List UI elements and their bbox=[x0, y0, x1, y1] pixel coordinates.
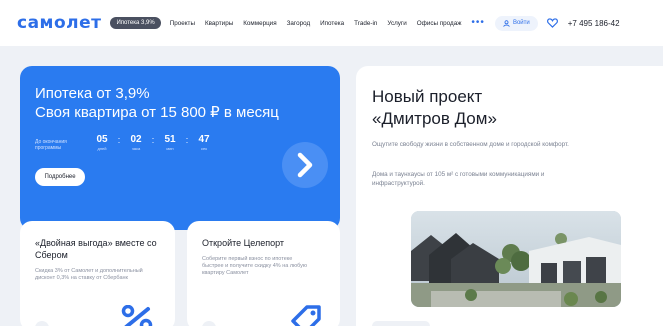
nav-item-projects[interactable]: Проекты bbox=[170, 20, 195, 27]
project-description: Ощутите свободу жизни в собственном доме… bbox=[372, 141, 569, 148]
countdown-unit: дней bbox=[97, 146, 107, 151]
chevron-right-icon[interactable] bbox=[282, 142, 328, 188]
details-button[interactable]: Подробнее bbox=[35, 168, 85, 186]
countdown-separator: : bbox=[185, 135, 189, 145]
countdown-value: 47 bbox=[198, 134, 210, 145]
countdown-seconds: 47 сек bbox=[195, 134, 213, 152]
nav-item-apartments[interactable]: Квартиры bbox=[205, 20, 233, 27]
project-description-2: Дома и таунхаусы от 105 м² с готовыми ко… bbox=[372, 171, 545, 187]
nav-item-commercial[interactable]: Коммерция bbox=[243, 20, 276, 27]
card-text: Скидка 3% от Самолет и дополнительный ди… bbox=[35, 268, 143, 281]
promo-title: Ипотека от 3,9% bbox=[35, 85, 150, 102]
new-project-card[interactable]: Новый проект «Дмитров Дом» Ощутите свобо… bbox=[356, 66, 663, 326]
card-title: «Двойная выгода» вместе со Сбером bbox=[35, 238, 157, 260]
heart-icon[interactable] bbox=[546, 18, 558, 28]
countdown-value: 05 bbox=[96, 134, 108, 145]
countdown-unit: часа bbox=[131, 146, 141, 151]
logo[interactable]: самолет bbox=[17, 13, 101, 33]
nav-item-trade-in[interactable]: Trade-in bbox=[354, 20, 377, 27]
tag-icon bbox=[291, 305, 321, 326]
project-footer-chip bbox=[372, 321, 430, 326]
card-title: Откройте Целепорт bbox=[202, 238, 285, 248]
countdown-value: 02 bbox=[130, 134, 142, 145]
house-render-image bbox=[411, 211, 621, 307]
nav-item-services[interactable]: Услуги bbox=[387, 20, 406, 27]
login-button[interactable]: Войти bbox=[494, 15, 538, 31]
project-title-line2: «Дмитров Дом» bbox=[372, 109, 497, 128]
more-menu-icon[interactable]: ••• bbox=[471, 18, 485, 28]
promo-subtitle: Своя квартира от 15 800 ₽ в месяц bbox=[35, 104, 279, 121]
nav-item-country[interactable]: Загород bbox=[287, 20, 311, 27]
tseleport-card[interactable]: Откройте Целепорт Соберите первый взнос … bbox=[187, 221, 340, 326]
countdown-hours: 02 часа bbox=[127, 134, 145, 152]
nav-item-sales-offices[interactable]: Офисы продаж bbox=[417, 20, 462, 27]
countdown-timer: 05 дней : 02 часа : 51 мин : 47 сек bbox=[93, 134, 213, 152]
top-header: самолет Ипотека 3,9% Проекты Квартиры Ко… bbox=[0, 0, 663, 46]
mortgage-promo-pill[interactable]: Ипотека 3,9% bbox=[110, 17, 161, 29]
countdown-minutes: 51 мин bbox=[161, 134, 179, 152]
countdown-value: 51 bbox=[164, 134, 176, 145]
nav-item-mortgage[interactable]: Ипотека bbox=[320, 20, 344, 27]
user-icon bbox=[503, 19, 510, 27]
login-label: Войти bbox=[512, 20, 530, 26]
phone-number[interactable]: +7 495 186-42 bbox=[568, 19, 620, 28]
percent-icon bbox=[121, 305, 153, 326]
main-nav: Проекты Квартиры Коммерция Загород Ипоте… bbox=[170, 20, 472, 27]
project-title-line1: Новый проект bbox=[372, 87, 483, 106]
countdown-unit: мин bbox=[166, 146, 174, 151]
countdown-label: До окончания программы bbox=[35, 139, 67, 151]
project-image bbox=[411, 211, 621, 307]
countdown-separator: : bbox=[117, 135, 121, 145]
card-arrow-button[interactable] bbox=[35, 321, 49, 326]
countdown-unit: сек bbox=[201, 146, 207, 151]
double-benefit-card[interactable]: «Двойная выгода» вместе со Сбером Скидка… bbox=[20, 221, 175, 326]
card-arrow-button[interactable] bbox=[202, 321, 216, 326]
countdown-days: 05 дней bbox=[93, 134, 111, 152]
mortgage-promo-card[interactable]: Ипотека от 3,9% Своя квартира от 15 800 … bbox=[20, 66, 340, 230]
card-text: Соберите первый взнос по ипотеке быстрее… bbox=[202, 256, 308, 276]
countdown-separator: : bbox=[151, 135, 155, 145]
project-title: Новый проект «Дмитров Дом» bbox=[372, 86, 497, 130]
